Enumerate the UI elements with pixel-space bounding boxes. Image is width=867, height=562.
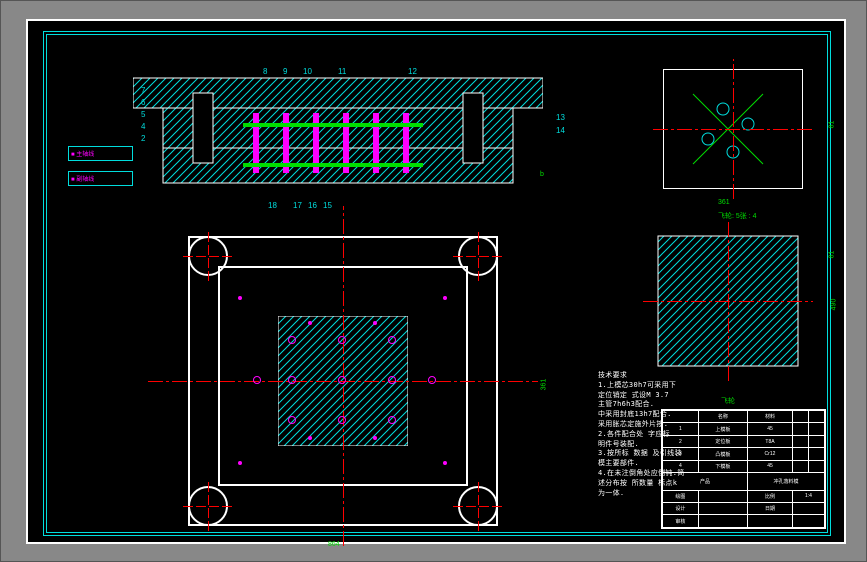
callout-5: 5 (141, 110, 145, 119)
aux-note-2: ■ 副轴线 (68, 171, 133, 186)
drawing-canvas[interactable]: ■ 主轴线 ■ 副轴线 (26, 19, 846, 544)
dim-plan-height: 361 (540, 379, 547, 391)
callout-10: 10 (303, 67, 312, 76)
pin-hole (253, 376, 261, 384)
callout-12: 12 (408, 67, 417, 76)
callout-4: 4 (141, 122, 145, 131)
callout-6: 6 (141, 98, 145, 107)
section-hatch-svg (133, 63, 543, 198)
pin-hole (288, 416, 296, 424)
title-block: 名称材料 1上模板45 2定位板T8A 3凸模板Cr12 4下模板45 产品冲孔… (661, 409, 826, 529)
pin-hole (388, 376, 396, 384)
detail1-label: 飞轮: 5张 : 4 (718, 211, 757, 221)
dim-d1-w: 361 (718, 199, 730, 206)
callout-7: 7 (141, 86, 145, 95)
callout-14: 14 (556, 126, 565, 135)
callout-2: 2 (141, 134, 145, 143)
callout-13: 13 (556, 113, 565, 122)
pin-hole (428, 376, 436, 384)
pin-hole (388, 336, 396, 344)
callout-17: 17 (293, 201, 302, 210)
aux-note-1: ■ 主轴线 (68, 146, 133, 161)
pin-hole (288, 336, 296, 344)
callout-18: 18 (268, 201, 277, 210)
pin-hole (388, 416, 396, 424)
section-arrow-b: b (540, 171, 544, 178)
dim-d2-h: 490 (830, 299, 837, 311)
detail-view-2 (653, 231, 818, 381)
pin-hole (288, 376, 296, 384)
callout-9: 9 (283, 67, 287, 76)
pin-hole (338, 336, 346, 344)
section-view (133, 63, 543, 198)
note-header: 技术要求 (598, 371, 738, 381)
callout-16: 16 (308, 201, 317, 210)
cad-viewport: ■ 主轴线 ■ 副轴线 (0, 0, 867, 562)
dim-plan-width: 864 (328, 541, 340, 548)
detail-view-1 (653, 59, 823, 204)
dim-d2-w: 81 (828, 251, 835, 259)
callout-8: 8 (263, 67, 267, 76)
pin-hole (338, 416, 346, 424)
callout-11: 11 (338, 67, 346, 76)
dim-d1-h: 81 (828, 121, 835, 129)
pin-hole (338, 376, 346, 384)
callout-15: 15 (323, 201, 332, 210)
plan-view (168, 216, 518, 536)
